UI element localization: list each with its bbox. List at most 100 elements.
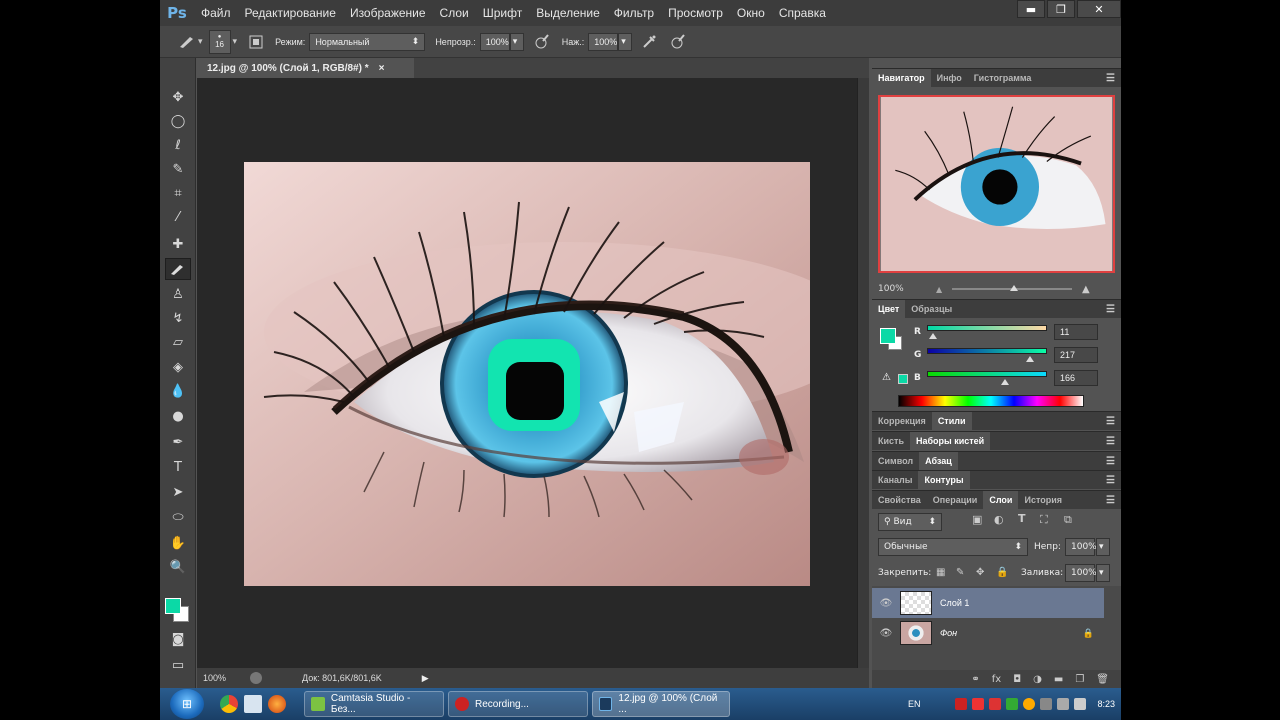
tab-history[interactable]: История bbox=[1018, 491, 1068, 510]
brush-size-picker[interactable]: ● 16 bbox=[208, 29, 231, 54]
menu-view[interactable]: Просмотр bbox=[661, 6, 730, 20]
layer-filter-select[interactable]: ⚲ Вид ⬍ bbox=[878, 513, 942, 531]
opacity-input[interactable]: 100% bbox=[479, 32, 510, 51]
zoom-tool-icon[interactable]: 🔍 bbox=[165, 556, 191, 578]
tab-layers[interactable]: Слои bbox=[983, 490, 1019, 510]
healing-brush-tool-icon[interactable]: ✚ bbox=[165, 233, 191, 255]
crop-tool-icon[interactable]: ⌗ bbox=[165, 182, 191, 204]
blend-mode-select[interactable]: Обычные ⬍ bbox=[878, 538, 1028, 556]
tab-properties[interactable]: Свойства bbox=[872, 491, 927, 510]
tab-channels[interactable]: Каналы bbox=[872, 471, 918, 490]
new-group-icon[interactable]: ▬ bbox=[1054, 674, 1063, 685]
tray-adobe-icon[interactable] bbox=[972, 698, 985, 710]
tab-paragraph[interactable]: Абзац bbox=[919, 451, 958, 471]
paint-bucket-tool-icon[interactable]: ◈ bbox=[165, 356, 191, 378]
layer-opacity-dropdown[interactable]: ▾ bbox=[1096, 538, 1110, 556]
restore-button[interactable]: ❐ bbox=[1047, 0, 1075, 18]
pressure-input[interactable]: 100% bbox=[588, 32, 619, 51]
tab-navigator[interactable]: Навигатор bbox=[872, 68, 931, 88]
eyedropper-tool-icon[interactable]: ⁄ bbox=[165, 206, 191, 228]
layer-visibility-eye-icon[interactable]: 👁 bbox=[872, 598, 900, 609]
channel-g-thumb[interactable] bbox=[1026, 356, 1034, 362]
task-photoshop[interactable]: 12.jpg @ 100% (Слой ... bbox=[592, 691, 730, 717]
menu-window[interactable]: Окно bbox=[730, 6, 772, 20]
channel-r-input[interactable]: 11 bbox=[1054, 324, 1098, 340]
tray-app-icon[interactable] bbox=[1006, 698, 1019, 710]
menu-select[interactable]: Выделение bbox=[529, 6, 607, 20]
menu-layers[interactable]: Слои bbox=[433, 6, 476, 20]
panel-menu-icon[interactable]: ☰ bbox=[1106, 416, 1115, 427]
navigator-zoom-value[interactable]: 100% bbox=[878, 284, 904, 294]
fill-dropdown[interactable]: ▾ bbox=[1096, 564, 1110, 582]
pressure-dropdown[interactable]: ▾ bbox=[618, 32, 633, 51]
tab-swatches[interactable]: Образцы bbox=[905, 300, 958, 319]
channel-g-input[interactable]: 217 bbox=[1054, 347, 1098, 363]
tab-actions[interactable]: Операции bbox=[927, 491, 984, 510]
fill-input[interactable]: 100% bbox=[1065, 564, 1097, 582]
type-tool-icon[interactable]: T bbox=[165, 456, 191, 478]
start-button[interactable]: ⊞ bbox=[170, 689, 204, 719]
path-selection-tool-icon[interactable]: ➤ bbox=[165, 481, 191, 503]
vertical-scrollbar[interactable] bbox=[857, 78, 869, 668]
filter-shape-icon[interactable]: ⛶ bbox=[1040, 513, 1048, 527]
channel-g-slider[interactable] bbox=[927, 348, 1047, 354]
layer-style-fx-icon[interactable]: fx bbox=[992, 674, 1001, 685]
clone-stamp-tool-icon[interactable]: ♙ bbox=[165, 283, 191, 305]
explorer-icon[interactable] bbox=[244, 695, 262, 713]
zoom-out-icon[interactable]: ▲ bbox=[936, 285, 942, 294]
tab-histogram[interactable]: Гистограмма bbox=[968, 69, 1038, 88]
panel-menu-icon[interactable]: ☰ bbox=[1106, 304, 1115, 315]
language-indicator[interactable]: EN bbox=[908, 699, 921, 709]
channel-b-thumb[interactable] bbox=[1001, 379, 1009, 385]
tab-brush[interactable]: Кисть bbox=[872, 432, 910, 451]
menu-help[interactable]: Справка bbox=[772, 6, 833, 20]
menu-file[interactable]: Файл bbox=[194, 6, 238, 20]
link-layers-icon[interactable]: ⚭ bbox=[971, 674, 979, 685]
history-brush-tool-icon[interactable]: ↯ bbox=[165, 307, 191, 329]
brush-panel-toggle-icon[interactable] bbox=[245, 31, 267, 53]
move-tool-icon[interactable]: ✥ bbox=[165, 86, 191, 108]
tray-volume-icon[interactable] bbox=[1074, 698, 1087, 710]
add-mask-icon[interactable]: ◘ bbox=[1013, 674, 1021, 685]
zoom-level[interactable]: 100% bbox=[203, 673, 226, 683]
lock-position-icon[interactable]: ✥ bbox=[976, 567, 984, 578]
layer-name[interactable]: Фон bbox=[940, 628, 957, 638]
clock[interactable]: 8:23 bbox=[1097, 699, 1115, 709]
channel-r-slider[interactable] bbox=[927, 325, 1047, 331]
ellipse-tool-icon[interactable]: ⬭ bbox=[165, 506, 191, 528]
layer-row[interactable]: 👁 Фон 🔒 bbox=[872, 618, 1104, 648]
task-camtasia[interactable]: Camtasia Studio - Без... bbox=[304, 691, 444, 717]
pen-tool-icon[interactable]: ✒ bbox=[165, 431, 191, 453]
tray-battery-icon[interactable] bbox=[1057, 698, 1070, 710]
gamut-warning-icon[interactable]: ⚠ bbox=[882, 372, 891, 383]
lock-pixels-icon[interactable]: ✎ bbox=[956, 567, 964, 578]
tab-styles[interactable]: Стили bbox=[931, 411, 972, 431]
status-menu-arrow-icon[interactable]: ▶ bbox=[422, 673, 429, 684]
tray-network-icon[interactable] bbox=[1040, 698, 1053, 710]
media-player-icon[interactable] bbox=[268, 695, 286, 713]
panel-menu-icon[interactable]: ☰ bbox=[1106, 475, 1115, 486]
task-recording[interactable]: Recording... bbox=[448, 691, 588, 717]
tab-brush-presets[interactable]: Наборы кистей bbox=[909, 431, 991, 451]
panel-menu-icon[interactable]: ☰ bbox=[1106, 436, 1115, 447]
tab-character[interactable]: Символ bbox=[872, 452, 919, 471]
eraser-tool-icon[interactable]: ▱ bbox=[165, 331, 191, 353]
document-tab-close-icon[interactable]: × bbox=[379, 63, 385, 74]
eye-photo-canvas[interactable] bbox=[244, 162, 810, 586]
hand-tool-icon[interactable]: ✋ bbox=[165, 532, 191, 554]
tablet-opacity-icon[interactable] bbox=[530, 31, 552, 53]
lasso-tool-icon[interactable]: ℓ bbox=[165, 134, 191, 156]
navigator-zoom-thumb[interactable] bbox=[1010, 285, 1018, 291]
mode-select[interactable]: Нормальный ⬍ bbox=[309, 32, 426, 51]
lock-transparency-icon[interactable]: ▦ bbox=[936, 567, 945, 578]
navigator-thumbnail[interactable] bbox=[878, 95, 1115, 273]
gamut-swatch[interactable] bbox=[898, 374, 908, 384]
panel-menu-icon[interactable]: ☰ bbox=[1106, 495, 1115, 506]
tab-info[interactable]: Инфо bbox=[931, 69, 968, 88]
elliptical-marquee-tool-icon[interactable]: ◯ bbox=[165, 110, 191, 132]
color-spectrum-bar[interactable] bbox=[898, 395, 1084, 407]
filter-adjustment-icon[interactable]: ◐ bbox=[994, 513, 1004, 526]
brush-tool-preset-icon[interactable] bbox=[176, 31, 198, 53]
brush-tool-icon[interactable] bbox=[165, 258, 191, 280]
menu-type[interactable]: Шрифт bbox=[476, 6, 529, 20]
